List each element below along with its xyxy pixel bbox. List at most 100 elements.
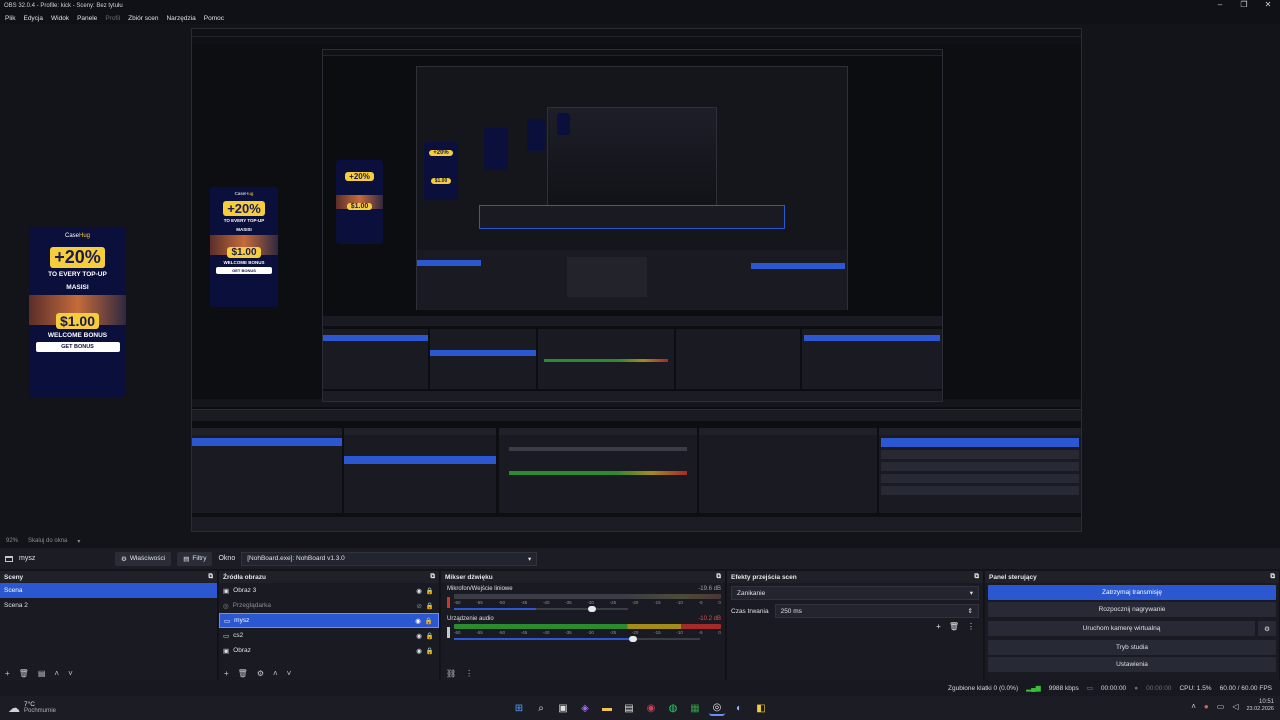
scene-item[interactable]: Scena 2 [0, 598, 217, 613]
status-bar: Zgubione klatki 0 (0.0%) ▂▄▆ 9988 kbps ▭… [0, 680, 1280, 696]
add-icon[interactable]: + [224, 669, 229, 678]
add-icon[interactable]: + [936, 622, 941, 631]
desktop-volume-slider[interactable] [454, 636, 721, 642]
copilot-icon[interactable]: ◈ [577, 700, 593, 716]
spotify-icon[interactable]: ◍ [665, 700, 681, 716]
more-icon[interactable]: ⋮ [967, 622, 975, 631]
eye-icon[interactable]: ◉ [416, 632, 422, 640]
eye-icon[interactable]: ◉ [416, 647, 422, 655]
lock-icon[interactable]: 🔒 [426, 647, 434, 655]
stepper-icon[interactable]: ⇕ [968, 607, 973, 615]
browser-icon[interactable]: ◉ [643, 700, 659, 716]
window-select[interactable]: [NohBoard.exe]: NohBoard v1.3.0 ▾ [241, 551, 538, 566]
chevron-up-icon[interactable]: ˄ [273, 669, 278, 678]
start-icon[interactable]: ⊞ [511, 700, 527, 716]
start-recording-button[interactable]: Rozpocznij nagrywanie [988, 602, 1276, 617]
undock-icon[interactable]: ⧉ [1270, 573, 1275, 581]
signal-icon: ▂▄▆ [1026, 685, 1041, 692]
properties-button[interactable]: ⚙ Właściwości [115, 551, 172, 566]
sources-title: Źródła obrazu [223, 573, 266, 581]
eye-icon[interactable]: ◉ [416, 587, 422, 595]
excel-icon[interactable]: ▦ [687, 700, 703, 716]
gear-icon[interactable]: ⚙ [1258, 621, 1276, 636]
weather-widget[interactable]: ☁ 7°C Pochmurnie [0, 701, 200, 715]
menu-scene-collection[interactable]: Zbiór scen [128, 15, 158, 22]
filter-icon[interactable]: ▤ [38, 669, 46, 678]
source-item[interactable]: ▭ mysz ◉ 🔒 [219, 613, 439, 628]
gear-icon[interactable]: ⚙ [257, 669, 264, 678]
link-icon[interactable]: ⛓ [446, 669, 456, 678]
undock-icon[interactable]: ⧉ [208, 573, 213, 581]
filter-icon: ▤ [183, 555, 190, 563]
maximize-button[interactable]: ❐ [1232, 0, 1256, 12]
steam-icon[interactable]: ◐ [731, 700, 747, 716]
app-icon[interactable]: ◧ [753, 700, 769, 716]
menu-view[interactable]: Widok [51, 15, 69, 22]
audio-mixer-dock: Mikser dźwięku ⧉ Mikrofon/Wejście liniowe… [441, 571, 726, 680]
scene-item[interactable]: Scena [0, 583, 217, 598]
window-icon: ▭ [224, 617, 231, 625]
zoom-level[interactable]: 92% [6, 538, 18, 544]
ad-logo: CaseHug [64, 233, 91, 239]
menu-help[interactable]: Pomoc [204, 15, 224, 22]
duration-input[interactable]: 250 ms ⇕ [774, 604, 979, 618]
microphone-icon[interactable]: ● [1204, 702, 1209, 711]
menu-edit[interactable]: Edycja [23, 15, 43, 22]
start-virtual-camera-button[interactable]: Uruchom kamerę wirtualną [988, 621, 1255, 636]
fps: 60.00 / 60.00 FPS [1219, 684, 1272, 692]
window-icon [5, 555, 13, 562]
chevron-down-icon[interactable]: ▾ [77, 538, 80, 545]
menu-profile[interactable]: Profil [105, 15, 120, 22]
eye-off-icon[interactable]: ⊘ [416, 602, 421, 610]
search-icon[interactable]: ⌕ [533, 700, 549, 716]
speaker-icon[interactable] [447, 627, 450, 638]
stop-streaming-button[interactable]: Zatrzymaj transmisję [988, 585, 1276, 600]
studio-mode-button[interactable]: Tryb studia [988, 640, 1276, 655]
chevron-down-icon[interactable]: ˅ [68, 669, 73, 678]
clock[interactable]: 10:51 23.02.2026 [1246, 699, 1274, 713]
filters-button[interactable]: ▤ Filtry [177, 551, 213, 566]
eye-icon[interactable]: ◉ [415, 617, 421, 625]
lock-icon[interactable]: 🔒 [426, 632, 434, 640]
trash-icon[interactable]: 🗑 [238, 669, 248, 678]
chevron-up-icon[interactable]: ˄ [1191, 702, 1196, 711]
network-icon[interactable]: ▭ [1217, 702, 1225, 711]
mic-volume-slider[interactable] [454, 606, 721, 612]
menu-file[interactable]: Plik [5, 15, 15, 22]
lock-icon[interactable]: 🔒 [426, 602, 434, 610]
chevron-down-icon[interactable]: ˅ [287, 669, 292, 678]
trash-icon[interactable]: 🗑 [19, 669, 29, 678]
settings-button[interactable]: Ustawienia [988, 657, 1276, 672]
source-item[interactable]: ▣ Obraz ◉ 🔒 [219, 643, 439, 658]
source-item[interactable]: ▭ cs2 ◉ 🔒 [219, 628, 439, 643]
undock-icon[interactable]: ⧉ [716, 573, 721, 581]
task-view-icon[interactable]: ▣ [555, 700, 571, 716]
minimize-button[interactable]: – [1208, 0, 1232, 12]
menu-tools[interactable]: Narzędzia [166, 15, 195, 22]
ad-banner-nested-6 [557, 113, 570, 135]
trash-icon[interactable]: 🗑 [949, 622, 959, 631]
undock-icon[interactable]: ⧉ [430, 573, 435, 581]
volume-icon[interactable]: ◁ [1232, 702, 1238, 711]
undock-icon[interactable]: ⧉ [974, 573, 979, 581]
ad-banner: CaseHug +20% TO EVERY TOP-UP MASISI $1.0… [29, 227, 126, 397]
dropped-frames: Zgubione klatki 0 (0.0%) [948, 684, 1019, 692]
obs-icon[interactable]: ◎ [709, 700, 725, 716]
source-item[interactable]: ▣ Obraz 3 ◉ 🔒 [219, 583, 439, 598]
lock-icon[interactable]: 🔒 [425, 617, 433, 625]
close-button[interactable]: ✕ [1256, 0, 1280, 12]
scale-to-window[interactable]: Skaluj do okna [28, 538, 67, 544]
store-icon[interactable]: ▤ [621, 700, 637, 716]
menu-docks[interactable]: Panele [77, 15, 97, 22]
ad-line3: WELCOME BONUS [47, 332, 108, 339]
more-icon[interactable]: ⋮ [465, 669, 473, 678]
folder-icon[interactable]: ▬ [599, 700, 615, 716]
source-item[interactable]: ◎ Przeglądarka ⊘ 🔒 [219, 598, 439, 613]
add-icon[interactable]: + [5, 669, 10, 678]
chevron-up-icon[interactable]: ˄ [54, 669, 59, 678]
mic-meter [454, 594, 721, 599]
transition-select[interactable]: Zanikanie ▾ [731, 586, 979, 600]
lock-icon[interactable]: 🔒 [426, 587, 434, 595]
taskbar: ☁ 7°C Pochmurnie ⊞ ⌕ ▣ ◈ ▬ ▤ ◉ ◍ ▦ ◎ ◐ ◧… [0, 696, 1280, 720]
ad-banner-nested-2: +20% $1.00 [336, 160, 383, 244]
